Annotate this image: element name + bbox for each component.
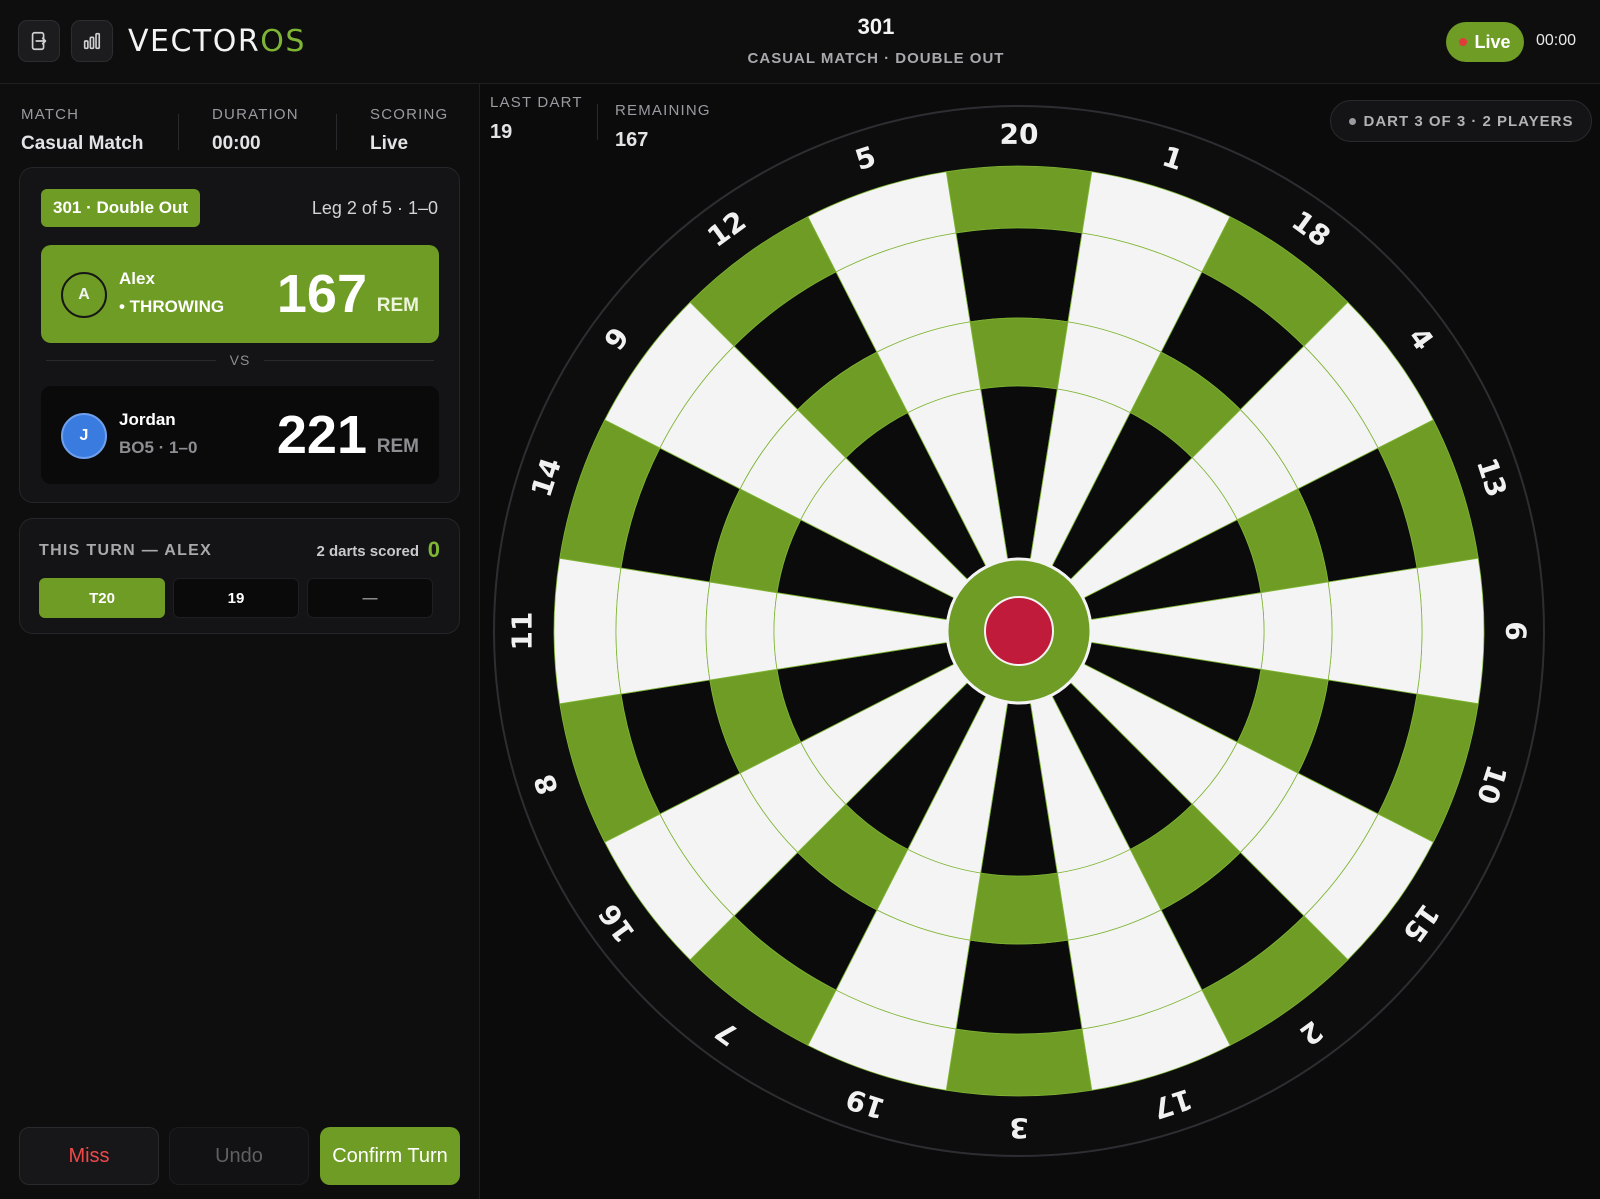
this-turn-card: THIS TURN — ALEX 2 darts scored 0 T20 19… <box>19 518 460 634</box>
stats-button[interactable] <box>71 20 113 62</box>
logo-accent: OS <box>260 24 306 59</box>
duration-value: 00:00 <box>212 133 261 154</box>
avatar: A <box>61 272 107 318</box>
duration-label: DURATION <box>212 106 299 123</box>
remaining-stat: REMAINING 167 <box>615 102 711 152</box>
live-dot-icon <box>1459 38 1468 46</box>
undo-button[interactable]: Undo <box>169 1127 309 1185</box>
dart-slot-1[interactable]: T20 <box>39 578 165 618</box>
outer-single-6[interactable] <box>1327 567 1423 695</box>
exit-icon <box>31 31 47 51</box>
last-dart-label: LAST DART <box>490 94 583 111</box>
remaining-value: 167 <box>615 129 649 151</box>
bar-chart-icon <box>83 32 101 50</box>
turn-title: THIS TURN — ALEX <box>39 542 213 559</box>
game-title: 301 CASUAL MATCH · DOUBLE OUT <box>600 14 1152 67</box>
scoring-stat: SCORING Live <box>370 106 448 155</box>
divider <box>178 114 179 150</box>
bullseye[interactable] <box>984 596 1054 666</box>
double-11[interactable] <box>553 557 622 705</box>
turn-total: 0 <box>427 537 440 562</box>
board-number-11: 11 <box>506 612 539 651</box>
score-unit: REM <box>376 295 419 316</box>
treble-11[interactable] <box>705 581 778 681</box>
game-mode: 301 <box>857 14 895 39</box>
board-number-6: 6 <box>1500 621 1533 640</box>
match-clock: 00:00 <box>1536 32 1577 49</box>
divider <box>336 114 337 150</box>
exit-button[interactable] <box>18 20 60 62</box>
player-score: 221 <box>276 405 367 465</box>
player-status: BO5 · 1–0 <box>119 438 198 457</box>
format-badge: 301 · Double Out <box>41 189 201 227</box>
duration-stat: DURATION 00:00 <box>212 106 299 155</box>
logo-main: VECTOR <box>128 24 261 59</box>
score-unit: REM <box>376 436 419 457</box>
vs-divider: VS <box>46 350 434 370</box>
dart-status-badge: DART 3 OF 3 · 2 PLAYERS <box>1330 100 1592 142</box>
match-value: Casual Match <box>21 133 144 154</box>
leg-info: Leg 2 of 5 · 1–0 <box>311 198 438 218</box>
board-number-20: 20 <box>1000 118 1039 151</box>
dart-slot-2[interactable]: 19 <box>173 578 299 618</box>
outer-single-20[interactable] <box>955 227 1083 323</box>
dartboard[interactable]: 2011841361015217319716811149125 <box>481 84 1600 1199</box>
darts-scored: 2 darts scored <box>316 543 419 560</box>
dart-status-label: DART 3 OF 3 · 2 PLAYERS <box>1363 112 1574 130</box>
scoreboard-card: 301 · Double Out Leg 2 of 5 · 1–0 A Alex… <box>19 167 460 503</box>
match-label: MATCH <box>21 106 80 123</box>
outer-single-11[interactable] <box>615 567 711 695</box>
game-subtitle: CASUAL MATCH · DOUBLE OUT <box>747 50 1005 67</box>
match-stat: MATCH Casual Match <box>21 106 143 155</box>
treble-3[interactable] <box>969 872 1069 945</box>
double-20[interactable] <box>945 165 1093 234</box>
player-name: Alex <box>119 269 155 288</box>
treble-6[interactable] <box>1260 581 1333 681</box>
player-status: • THROWING <box>119 297 225 316</box>
double-6[interactable] <box>1416 557 1485 705</box>
outer-single-3[interactable] <box>955 939 1083 1035</box>
double-3[interactable] <box>945 1028 1093 1097</box>
live-label: Live <box>1474 31 1511 52</box>
top-bar: VECTOROS 301 CASUAL MATCH · DOUBLE OUT L… <box>0 0 1600 84</box>
dart-slot-3[interactable]: — <box>307 578 433 618</box>
miss-button[interactable]: Miss <box>19 1127 159 1185</box>
live-badge: Live <box>1446 22 1524 62</box>
player-score: 167 <box>276 264 367 324</box>
divider <box>597 104 598 140</box>
board-area: 20 1 18 4 13 6 10 15 2 17 3 19 7 16 8 11 14 9 12 5 LAST DAR… <box>481 84 1600 1199</box>
scoring-label: SCORING <box>370 106 449 123</box>
player-card-jordan[interactable]: J Jordan BO5 · 1–0 221 REM <box>41 386 439 484</box>
player-card-alex[interactable]: A Alex • THROWING 167 REM <box>41 245 439 343</box>
scoring-value: Live <box>370 133 409 154</box>
avatar: J <box>61 413 107 459</box>
logo: VECTOROS <box>128 24 306 59</box>
status-dot-icon <box>1348 117 1356 125</box>
remaining-label: REMAINING <box>615 102 711 119</box>
confirm-turn-button[interactable]: Confirm Turn <box>320 1127 460 1185</box>
left-panel: MATCH Casual Match DURATION 00:00 SCORIN… <box>0 84 480 1199</box>
player-name: Jordan <box>119 410 176 429</box>
last-dart-stat: LAST DART 19 <box>490 94 583 144</box>
divider-line <box>264 360 434 361</box>
treble-20[interactable] <box>969 317 1069 390</box>
last-dart-value: 19 <box>490 121 513 143</box>
board-number-3: 3 <box>1009 1112 1028 1145</box>
